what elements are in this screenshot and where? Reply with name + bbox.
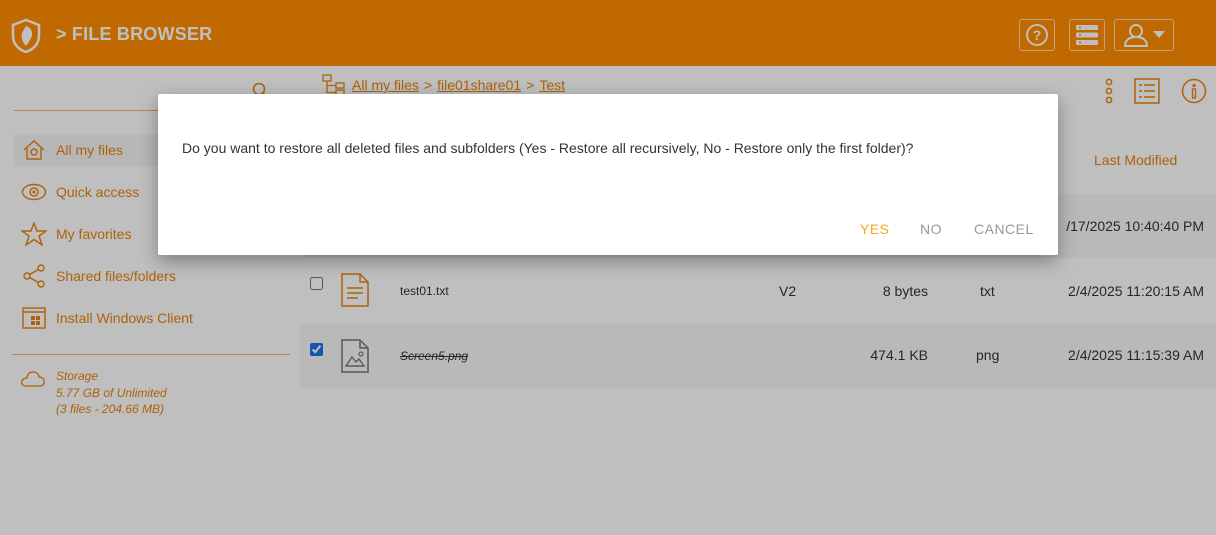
no-button[interactable]: NO	[920, 221, 942, 237]
cancel-button[interactable]: CANCEL	[974, 221, 1034, 237]
restore-confirm-dialog: Do you want to restore all deleted files…	[158, 94, 1058, 255]
yes-button[interactable]: YES	[860, 221, 890, 237]
dialog-message: Do you want to restore all deleted files…	[182, 140, 914, 156]
modal-backdrop[interactable]	[0, 0, 1216, 535]
